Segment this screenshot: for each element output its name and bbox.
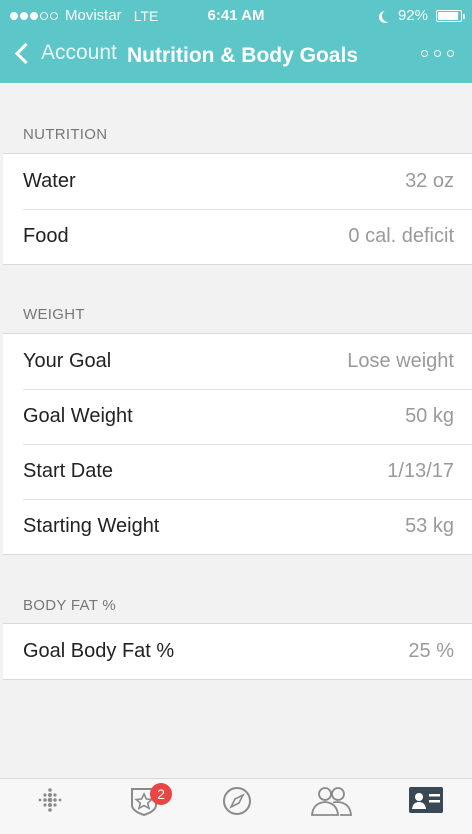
start-date-row[interactable]: Start Date 1/13/17 (3, 444, 472, 499)
food-row[interactable]: Food 0 cal. deficit (3, 209, 472, 264)
goal-weight-row[interactable]: Goal Weight 50 kg (3, 389, 472, 444)
chevron-left-icon (14, 42, 37, 64)
weight-group: Your Goal Lose weight Goal Weight 50 kg … (3, 333, 472, 555)
nutrition-group: Water 32 oz Food 0 cal. deficit (3, 153, 472, 265)
tab-challenges[interactable]: 2 (114, 783, 174, 834)
status-bar: Movistar LTE 6:41 AM 92% (0, 0, 472, 32)
battery-percent: 92% (397, 7, 428, 24)
row-value: 25 % (408, 640, 454, 662)
body-fat-section-header: BODY FAT % (23, 597, 117, 614)
more-dot-icon (447, 50, 454, 57)
nutrition-section-header: NUTRITION (23, 126, 108, 143)
row-value: 0 cal. deficit (348, 225, 454, 247)
back-label: Account (41, 41, 117, 64)
row-label: Food (23, 225, 69, 247)
nutrition-body-goals-screen: Movistar LTE 6:41 AM 92% Account Nutriti… (0, 0, 472, 834)
body-fat-group: Goal Body Fat % 25 % (3, 623, 472, 680)
tab-account[interactable] (396, 785, 456, 834)
row-label: Goal Weight (23, 405, 133, 427)
row-label: Goal Body Fat % (23, 640, 175, 662)
more-options-button[interactable] (421, 50, 454, 57)
your-goal-row[interactable]: Your Goal Lose weight (3, 334, 472, 389)
notification-badge: 2 (150, 783, 172, 805)
row-label: Your Goal (23, 350, 112, 372)
navigation-bar: Account Nutrition & Body Goals (0, 37, 472, 75)
row-value: Lose weight (347, 350, 454, 372)
row-value: 32 oz (405, 170, 454, 192)
battery-icon (436, 9, 465, 22)
tab-friends[interactable] (301, 785, 361, 834)
compass-icon (223, 787, 251, 815)
top-bar: Movistar LTE 6:41 AM 92% Account Nutriti… (0, 0, 472, 83)
friends-icon (311, 787, 352, 816)
more-dot-icon (434, 50, 441, 57)
dashboard-dots-icon (38, 788, 62, 812)
row-label: Water (23, 170, 76, 192)
row-value: 1/13/17 (387, 460, 454, 482)
back-button[interactable]: Account (12, 41, 117, 65)
row-value: 50 kg (405, 405, 454, 427)
page-title: Nutrition & Body Goals (127, 44, 358, 67)
water-row[interactable]: Water 32 oz (3, 154, 472, 209)
starting-weight-row[interactable]: Starting Weight 53 kg (3, 499, 472, 554)
account-card-icon (409, 787, 443, 813)
tab-bar: 2 (0, 778, 472, 834)
goal-body-fat-row[interactable]: Goal Body Fat % 25 % (3, 624, 472, 679)
do-not-disturb-icon (382, 10, 394, 22)
row-value: 53 kg (405, 515, 454, 537)
row-label: Start Date (23, 460, 114, 482)
tab-dashboard[interactable] (20, 785, 80, 834)
more-dot-icon (421, 50, 428, 57)
status-right: 92% (378, 7, 465, 24)
row-label: Starting Weight (23, 515, 160, 537)
tab-guidance[interactable] (207, 785, 267, 834)
weight-section-header: WEIGHT (23, 306, 85, 323)
